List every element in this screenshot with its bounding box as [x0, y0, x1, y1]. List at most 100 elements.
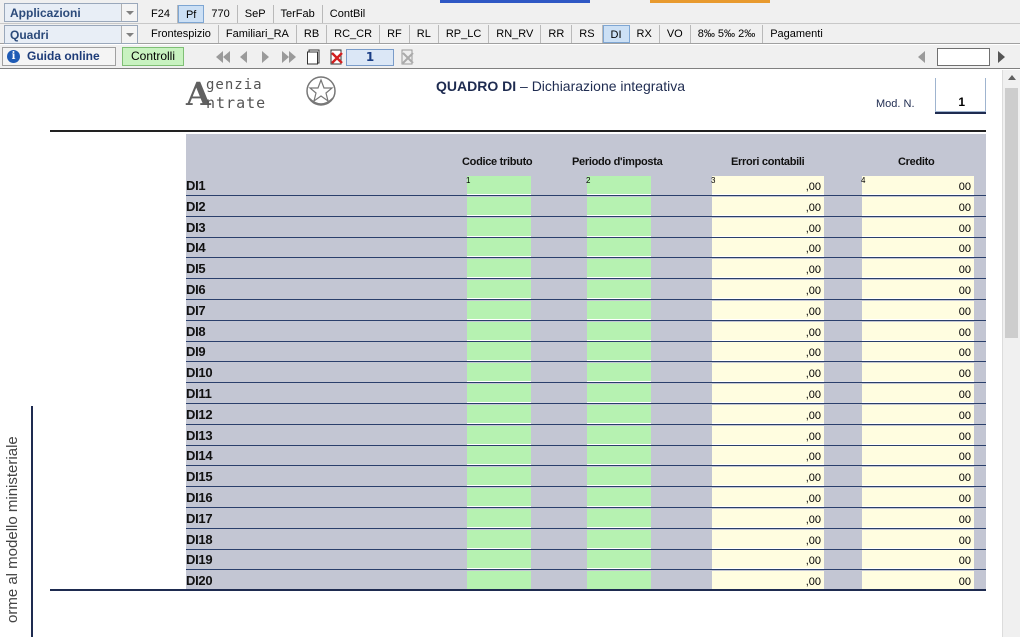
tab-app-1[interactable]: Pf: [177, 5, 205, 23]
controlli-button[interactable]: Controlli: [122, 47, 184, 66]
codice-tributo-input[interactable]: [467, 363, 531, 383]
periodo-imposta-input[interactable]: [587, 571, 651, 591]
tab-quadro-9[interactable]: RS: [572, 25, 603, 43]
errori-contabili-input[interactable]: ,00: [712, 467, 824, 487]
tab-quadro-7[interactable]: RN_RV: [489, 25, 542, 43]
errori-contabili-input[interactable]: ,00: [712, 529, 824, 549]
vertical-scrollbar[interactable]: [1002, 70, 1020, 637]
tab-quadro-3[interactable]: RC_CR: [327, 25, 381, 43]
tab-quadro-11[interactable]: RX: [630, 25, 660, 43]
errori-contabili-input[interactable]: ,00: [712, 404, 824, 424]
tab-quadro-8[interactable]: RR: [541, 25, 573, 43]
tab-quadro-0[interactable]: Frontespizio: [144, 25, 219, 43]
periodo-imposta-input[interactable]: [587, 550, 651, 570]
credito-input[interactable]: 00: [862, 280, 974, 299]
tab-app-4[interactable]: TerFab: [274, 5, 323, 23]
periodo-imposta-input[interactable]: [587, 342, 651, 362]
errori-contabili-input[interactable]: ,00: [712, 176, 824, 195]
credito-input[interactable]: 00: [862, 342, 974, 362]
delete-page-icon[interactable]: [329, 49, 343, 65]
credito-input[interactable]: 00: [862, 508, 974, 528]
codice-tributo-input[interactable]: [467, 571, 531, 591]
credito-input[interactable]: 00: [862, 176, 974, 195]
credito-input[interactable]: 00: [862, 384, 974, 403]
chevron-down-icon[interactable]: [121, 4, 137, 21]
errori-contabili-input[interactable]: ,00: [712, 300, 824, 320]
errori-contabili-input[interactable]: ,00: [712, 488, 824, 507]
codice-tributo-input[interactable]: [467, 300, 531, 320]
credito-input[interactable]: 00: [862, 300, 974, 320]
delete-all-icon[interactable]: [400, 49, 414, 65]
tab-quadro-10[interactable]: DI: [602, 25, 630, 43]
errori-contabili-input[interactable]: ,00: [712, 196, 824, 216]
tab-quadro-12[interactable]: VO: [660, 25, 691, 43]
codice-tributo-input[interactable]: [467, 342, 531, 362]
periodo-imposta-input[interactable]: [587, 467, 651, 487]
applicazioni-dropdown[interactable]: Applicazioni: [4, 3, 138, 22]
codice-tributo-input[interactable]: [467, 446, 531, 466]
credito-input[interactable]: 00: [862, 425, 974, 445]
credito-input[interactable]: 00: [862, 571, 974, 591]
credito-input[interactable]: 00: [862, 446, 974, 466]
tab-quadro-14[interactable]: Pagamenti: [763, 25, 830, 43]
credito-input[interactable]: 00: [862, 321, 974, 341]
scroll-left-icon[interactable]: [918, 51, 932, 63]
credito-input[interactable]: 00: [862, 404, 974, 424]
periodo-imposta-input[interactable]: [587, 488, 651, 507]
errori-contabili-input[interactable]: ,00: [712, 508, 824, 528]
errori-contabili-input[interactable]: ,00: [712, 363, 824, 383]
errori-contabili-input[interactable]: ,00: [712, 321, 824, 341]
credito-input[interactable]: 00: [862, 488, 974, 507]
periodo-imposta-input[interactable]: [587, 280, 651, 299]
codice-tributo-input[interactable]: [467, 488, 531, 507]
periodo-imposta-input[interactable]: [587, 446, 651, 466]
next-page-icon[interactable]: [262, 51, 276, 63]
errori-contabili-input[interactable]: ,00: [712, 425, 824, 445]
credito-input[interactable]: 00: [862, 217, 974, 237]
errori-contabili-input[interactable]: ,00: [712, 342, 824, 362]
tab-quadro-4[interactable]: RF: [380, 25, 410, 43]
periodo-imposta-input[interactable]: [587, 176, 651, 195]
codice-tributo-input[interactable]: [467, 280, 531, 299]
codice-tributo-input[interactable]: [467, 259, 531, 279]
tab-app-3[interactable]: SeP: [238, 5, 274, 23]
periodo-imposta-input[interactable]: [587, 384, 651, 403]
tab-quadro-6[interactable]: RP_LC: [439, 25, 490, 43]
chevron-down-icon[interactable]: [121, 26, 137, 43]
periodo-imposta-input[interactable]: [587, 404, 651, 424]
credito-input[interactable]: 00: [862, 238, 974, 258]
guida-online-button[interactable]: i Guida online: [2, 47, 116, 66]
tab-quadro-2[interactable]: RB: [297, 25, 328, 43]
codice-tributo-input[interactable]: [467, 550, 531, 570]
tab-app-0[interactable]: F24: [144, 5, 178, 23]
periodo-imposta-input[interactable]: [587, 508, 651, 528]
credito-input[interactable]: 00: [862, 363, 974, 383]
codice-tributo-input[interactable]: [467, 238, 531, 258]
errori-contabili-input[interactable]: ,00: [712, 571, 824, 591]
tab-quadro-1[interactable]: Familiari_RA: [219, 25, 297, 43]
codice-tributo-input[interactable]: [467, 384, 531, 403]
codice-tributo-input[interactable]: [467, 217, 531, 237]
tab-quadro-13[interactable]: 8‰ 5‰ 2‰: [691, 25, 764, 43]
errori-contabili-input[interactable]: ,00: [712, 259, 824, 279]
periodo-imposta-input[interactable]: [587, 259, 651, 279]
periodo-imposta-input[interactable]: [587, 363, 651, 383]
codice-tributo-input[interactable]: [467, 529, 531, 549]
periodo-imposta-input[interactable]: [587, 217, 651, 237]
periodo-imposta-input[interactable]: [587, 425, 651, 445]
codice-tributo-input[interactable]: [467, 404, 531, 424]
credito-input[interactable]: 00: [862, 259, 974, 279]
errori-contabili-input[interactable]: ,00: [712, 446, 824, 466]
prev-page-icon[interactable]: [240, 51, 254, 63]
credito-input[interactable]: 00: [862, 529, 974, 549]
periodo-imposta-input[interactable]: [587, 238, 651, 258]
codice-tributo-input[interactable]: [467, 508, 531, 528]
codice-tributo-input[interactable]: [467, 425, 531, 445]
first-page-icon[interactable]: [216, 51, 230, 63]
errori-contabili-input[interactable]: ,00: [712, 384, 824, 403]
codice-tributo-input[interactable]: [467, 467, 531, 487]
credito-input[interactable]: 00: [862, 196, 974, 216]
last-page-icon[interactable]: [282, 51, 296, 63]
search-input[interactable]: [937, 48, 990, 66]
codice-tributo-input[interactable]: [467, 176, 531, 195]
